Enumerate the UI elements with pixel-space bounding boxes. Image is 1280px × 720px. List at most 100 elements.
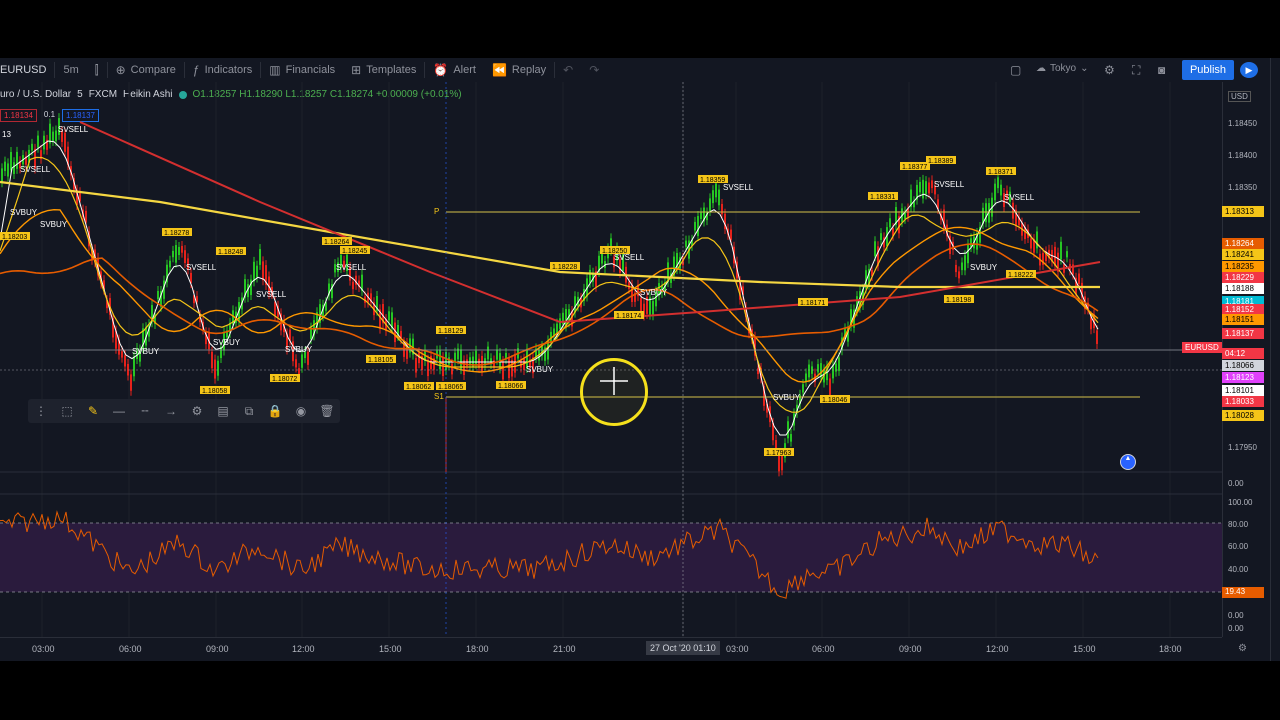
candle <box>1060 241 1062 260</box>
replay-button[interactable]: ⏪ Replay <box>484 58 554 82</box>
symbol-search[interactable]: EURUSD <box>0 58 54 82</box>
alert-button[interactable]: ⏰ Alert <box>425 58 484 82</box>
price-tag: 1.18222 <box>1008 272 1033 279</box>
trash-icon[interactable]: 🗑 <box>314 404 340 418</box>
indicators-button[interactable]: ƒ Indicators <box>185 58 260 82</box>
candle <box>301 354 303 368</box>
lock-icon[interactable]: 🔒 <box>262 404 288 418</box>
function-icon: ƒ <box>192 63 200 77</box>
candle <box>1078 273 1080 284</box>
currency-label[interactable]: USD <box>1228 91 1251 102</box>
interval-label: 5m <box>63 64 79 76</box>
signal-label: SVBUY <box>970 263 998 272</box>
alert-badge-icon[interactable]: ▲ <box>1120 454 1136 470</box>
settings-icon[interactable]: ⚙ <box>1238 643 1247 654</box>
candle <box>352 281 354 290</box>
publish-button[interactable]: Publish <box>1182 60 1234 80</box>
candle <box>262 261 264 281</box>
templates-button[interactable]: ⊞ Templates <box>343 58 424 82</box>
candle <box>889 218 891 228</box>
play-icon[interactable]: ▶ <box>1240 62 1258 78</box>
signal-label: SVSELL <box>58 125 89 134</box>
copy-icon[interactable]: ⧉ <box>236 404 262 419</box>
time-axis[interactable] <box>0 637 1222 661</box>
drag-handle-icon[interactable]: ⋮ <box>28 404 54 418</box>
select-icon[interactable]: ⬚ <box>54 404 80 418</box>
time-tick: 09:00 <box>206 644 229 654</box>
candle <box>157 290 159 300</box>
price-tag: 1.18171 <box>800 300 825 307</box>
price-tag: 1.18377 <box>902 164 927 171</box>
alarm-icon: ⏰ <box>433 63 449 77</box>
candle <box>709 198 711 212</box>
chart-style-button[interactable]: ⫿ <box>87 58 107 82</box>
candle <box>43 135 45 150</box>
price-tag: 1.18105 <box>368 357 393 364</box>
candle <box>778 454 780 472</box>
price-tag: 1.18203 <box>2 234 27 241</box>
rsi-value-label: 19.43 <box>1222 587 1264 598</box>
signal-label: SVBUY <box>773 393 801 402</box>
redo-button[interactable]: ↷ <box>581 58 607 82</box>
time-tick: 12:00 <box>986 644 1009 654</box>
signal-label: SVBUY <box>132 347 160 356</box>
financials-label: Financials <box>285 64 336 76</box>
publish-label: Publish <box>1189 64 1227 76</box>
candle <box>958 271 960 279</box>
price-tag: 1.18278 <box>164 230 189 237</box>
candle <box>955 264 957 273</box>
crosshair-time-label: 27 Oct '20 01:10 <box>646 641 720 655</box>
line-style-icon[interactable]: — <box>106 404 132 418</box>
candle <box>49 123 51 144</box>
gear-icon[interactable]: ⚙ <box>184 404 210 418</box>
eye-icon[interactable]: ◉ <box>288 404 314 418</box>
replay-label: Replay <box>511 64 547 76</box>
camera-icon[interactable]: ◙ <box>1158 63 1165 77</box>
layout-icon[interactable]: ▢ <box>1010 63 1021 77</box>
fullscreen-icon[interactable]: ⛶ <box>1132 63 1140 78</box>
price-tag: 1.18198 <box>946 297 971 304</box>
candle <box>133 356 135 377</box>
signal-label: SVBUY <box>40 220 68 229</box>
price-label: 1.18313 <box>1222 206 1264 217</box>
compare-button[interactable]: ⊕ Compare <box>108 58 184 82</box>
candle <box>259 249 261 265</box>
price-label: 1.18229 <box>1222 272 1264 283</box>
indicators-label: Indicators <box>204 64 253 76</box>
price-label: 1.18028 <box>1222 410 1264 421</box>
rsi-tick: 100.00 <box>1228 498 1253 507</box>
candle <box>10 152 12 171</box>
line-width-icon[interactable]: ╌ <box>132 404 158 418</box>
price-tag: 1.18062 <box>406 384 431 391</box>
price-tick: 1.18450 <box>1228 119 1257 128</box>
signal-label: SVSELL <box>336 263 367 272</box>
price-tag: 1.18371 <box>988 169 1013 176</box>
price-tag: 1.18389 <box>928 158 953 165</box>
candle <box>925 181 927 195</box>
candle <box>790 434 792 442</box>
alert-label: Alert <box>453 64 476 76</box>
line-end-icon[interactable]: → <box>158 404 184 418</box>
candle <box>880 233 882 240</box>
candle <box>1000 184 1002 196</box>
timezone-button[interactable]: ☁ Tokyo ⌄ <box>1036 63 1089 74</box>
plus-circle-icon: ⊕ <box>115 63 126 77</box>
time-tick: 12:00 <box>292 644 315 654</box>
candle <box>835 363 837 372</box>
gear-icon[interactable]: ⚙ <box>1104 63 1115 77</box>
candle <box>502 361 504 380</box>
rsi-tick: 0.00 <box>1228 611 1244 620</box>
fill-icon[interactable]: ▤ <box>210 404 236 418</box>
interval-button[interactable]: 5m <box>55 58 86 82</box>
price-label: 1.18264 <box>1222 238 1264 249</box>
pen-icon[interactable]: ✎ <box>80 404 106 418</box>
price-tick: 0.00 <box>1228 479 1244 488</box>
financials-button[interactable]: ▥ Financials <box>261 58 343 82</box>
price-label: 04:12 <box>1222 348 1264 359</box>
time-tick: 03:00 <box>726 644 749 654</box>
price-tag: 1.18264 <box>324 239 349 246</box>
price-tag: 1.18331 <box>870 194 895 201</box>
candle <box>994 183 996 201</box>
candle <box>961 262 963 271</box>
undo-button[interactable]: ↶ <box>555 58 581 82</box>
